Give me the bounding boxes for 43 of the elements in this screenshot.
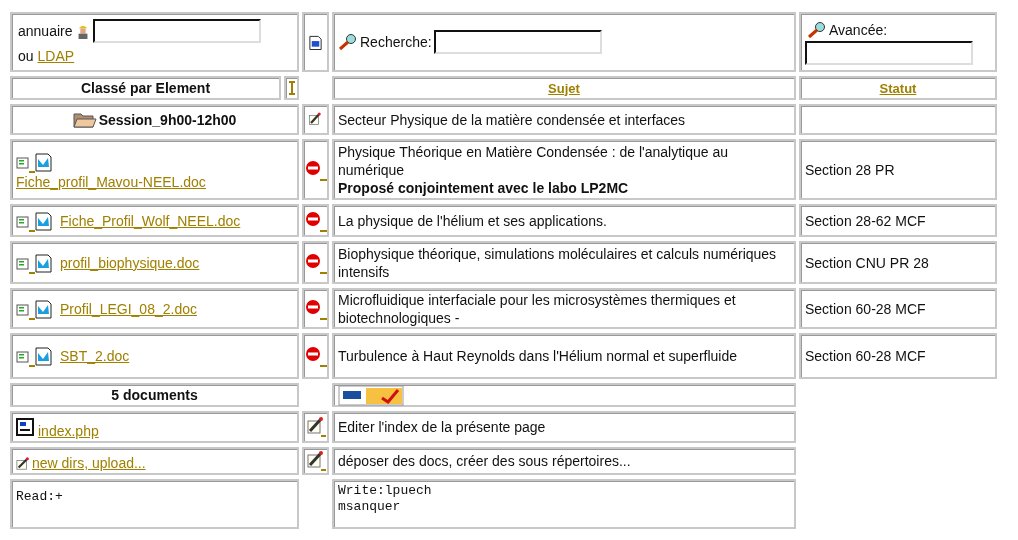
write-permission: Write:lpuech msanquer <box>338 483 432 515</box>
status-text: Section 28-62 MCF <box>805 211 926 230</box>
search-icon <box>807 21 827 39</box>
avancee-field[interactable] <box>805 41 973 65</box>
column-header: Classé par Element <box>80 79 211 97</box>
subject-text: Physique Théorique en Matière Condensée : de l'analytique au numérique <box>338 142 729 179</box>
recherche-field[interactable] <box>433 30 602 54</box>
annuaire-label: annuaire <box>18 22 73 40</box>
document-count: 5 documents <box>111 386 198 404</box>
file-link[interactable]: SBT_2.doc <box>60 348 130 364</box>
action-description: déposer des docs, créer des sous répertoires... <box>338 452 631 470</box>
subject-text: Secteur Physique de la matière condensée et interfaces <box>338 110 686 129</box>
status-text: Section 60-28 MCF <box>805 347 926 365</box>
search-icon <box>338 33 358 51</box>
subject-note: Proposé conjointement avec le labo LP2MC <box>338 178 629 197</box>
file-icon[interactable] <box>16 417 36 439</box>
status-text: Section 60-28 MCF <box>805 299 926 318</box>
sujet-header-link[interactable]: Sujet <box>548 80 580 96</box>
status-text: Section CNU PR 28 <box>805 253 929 272</box>
avancee-label: Avancée: <box>829 21 888 39</box>
subject-text: Biophysique théorique, simulations moléculaires et calculs numériques intensifs <box>338 244 778 281</box>
recherche-label: Recherche: <box>360 33 432 51</box>
subject-text: Microfluidique interfaciale pour les microsystèmes thermiques et biotechnologiques - <box>338 290 737 327</box>
pencil-icon[interactable] <box>305 450 326 472</box>
file-link[interactable]: Fiche_profil_Mavou-NEEL.doc <box>16 173 206 190</box>
statut-header-link[interactable]: Statut <box>879 80 917 96</box>
file-link[interactable]: profil_biophysique.doc <box>60 254 200 271</box>
subject-text: La physique de l'hélium et ses applications. <box>338 211 607 230</box>
file-link[interactable]: Profil_LEGI_08_2.doc <box>60 300 197 317</box>
action-link[interactable]: index.php <box>38 423 99 439</box>
ldap-link[interactable]: LDAP <box>37 48 75 64</box>
pencil-icon[interactable] <box>305 416 326 438</box>
action-description: Editer l'index de la présente page <box>338 418 546 436</box>
sort-icon[interactable] <box>286 80 297 96</box>
pencil-icon[interactable] <box>16 457 30 471</box>
subject-text: Turbulence à Haut Reynolds dans l'Hélium normal et superfluide <box>338 347 738 365</box>
folder-icon[interactable] <box>72 110 97 129</box>
status-text: Section 28 PR <box>805 160 895 179</box>
read-permission: Read:+ <box>16 488 63 505</box>
no-entry-icon[interactable] <box>304 344 327 368</box>
annuaire-field[interactable] <box>92 19 261 43</box>
validator-badge-icon[interactable] <box>338 384 404 406</box>
ou-label: ou <box>18 47 34 65</box>
